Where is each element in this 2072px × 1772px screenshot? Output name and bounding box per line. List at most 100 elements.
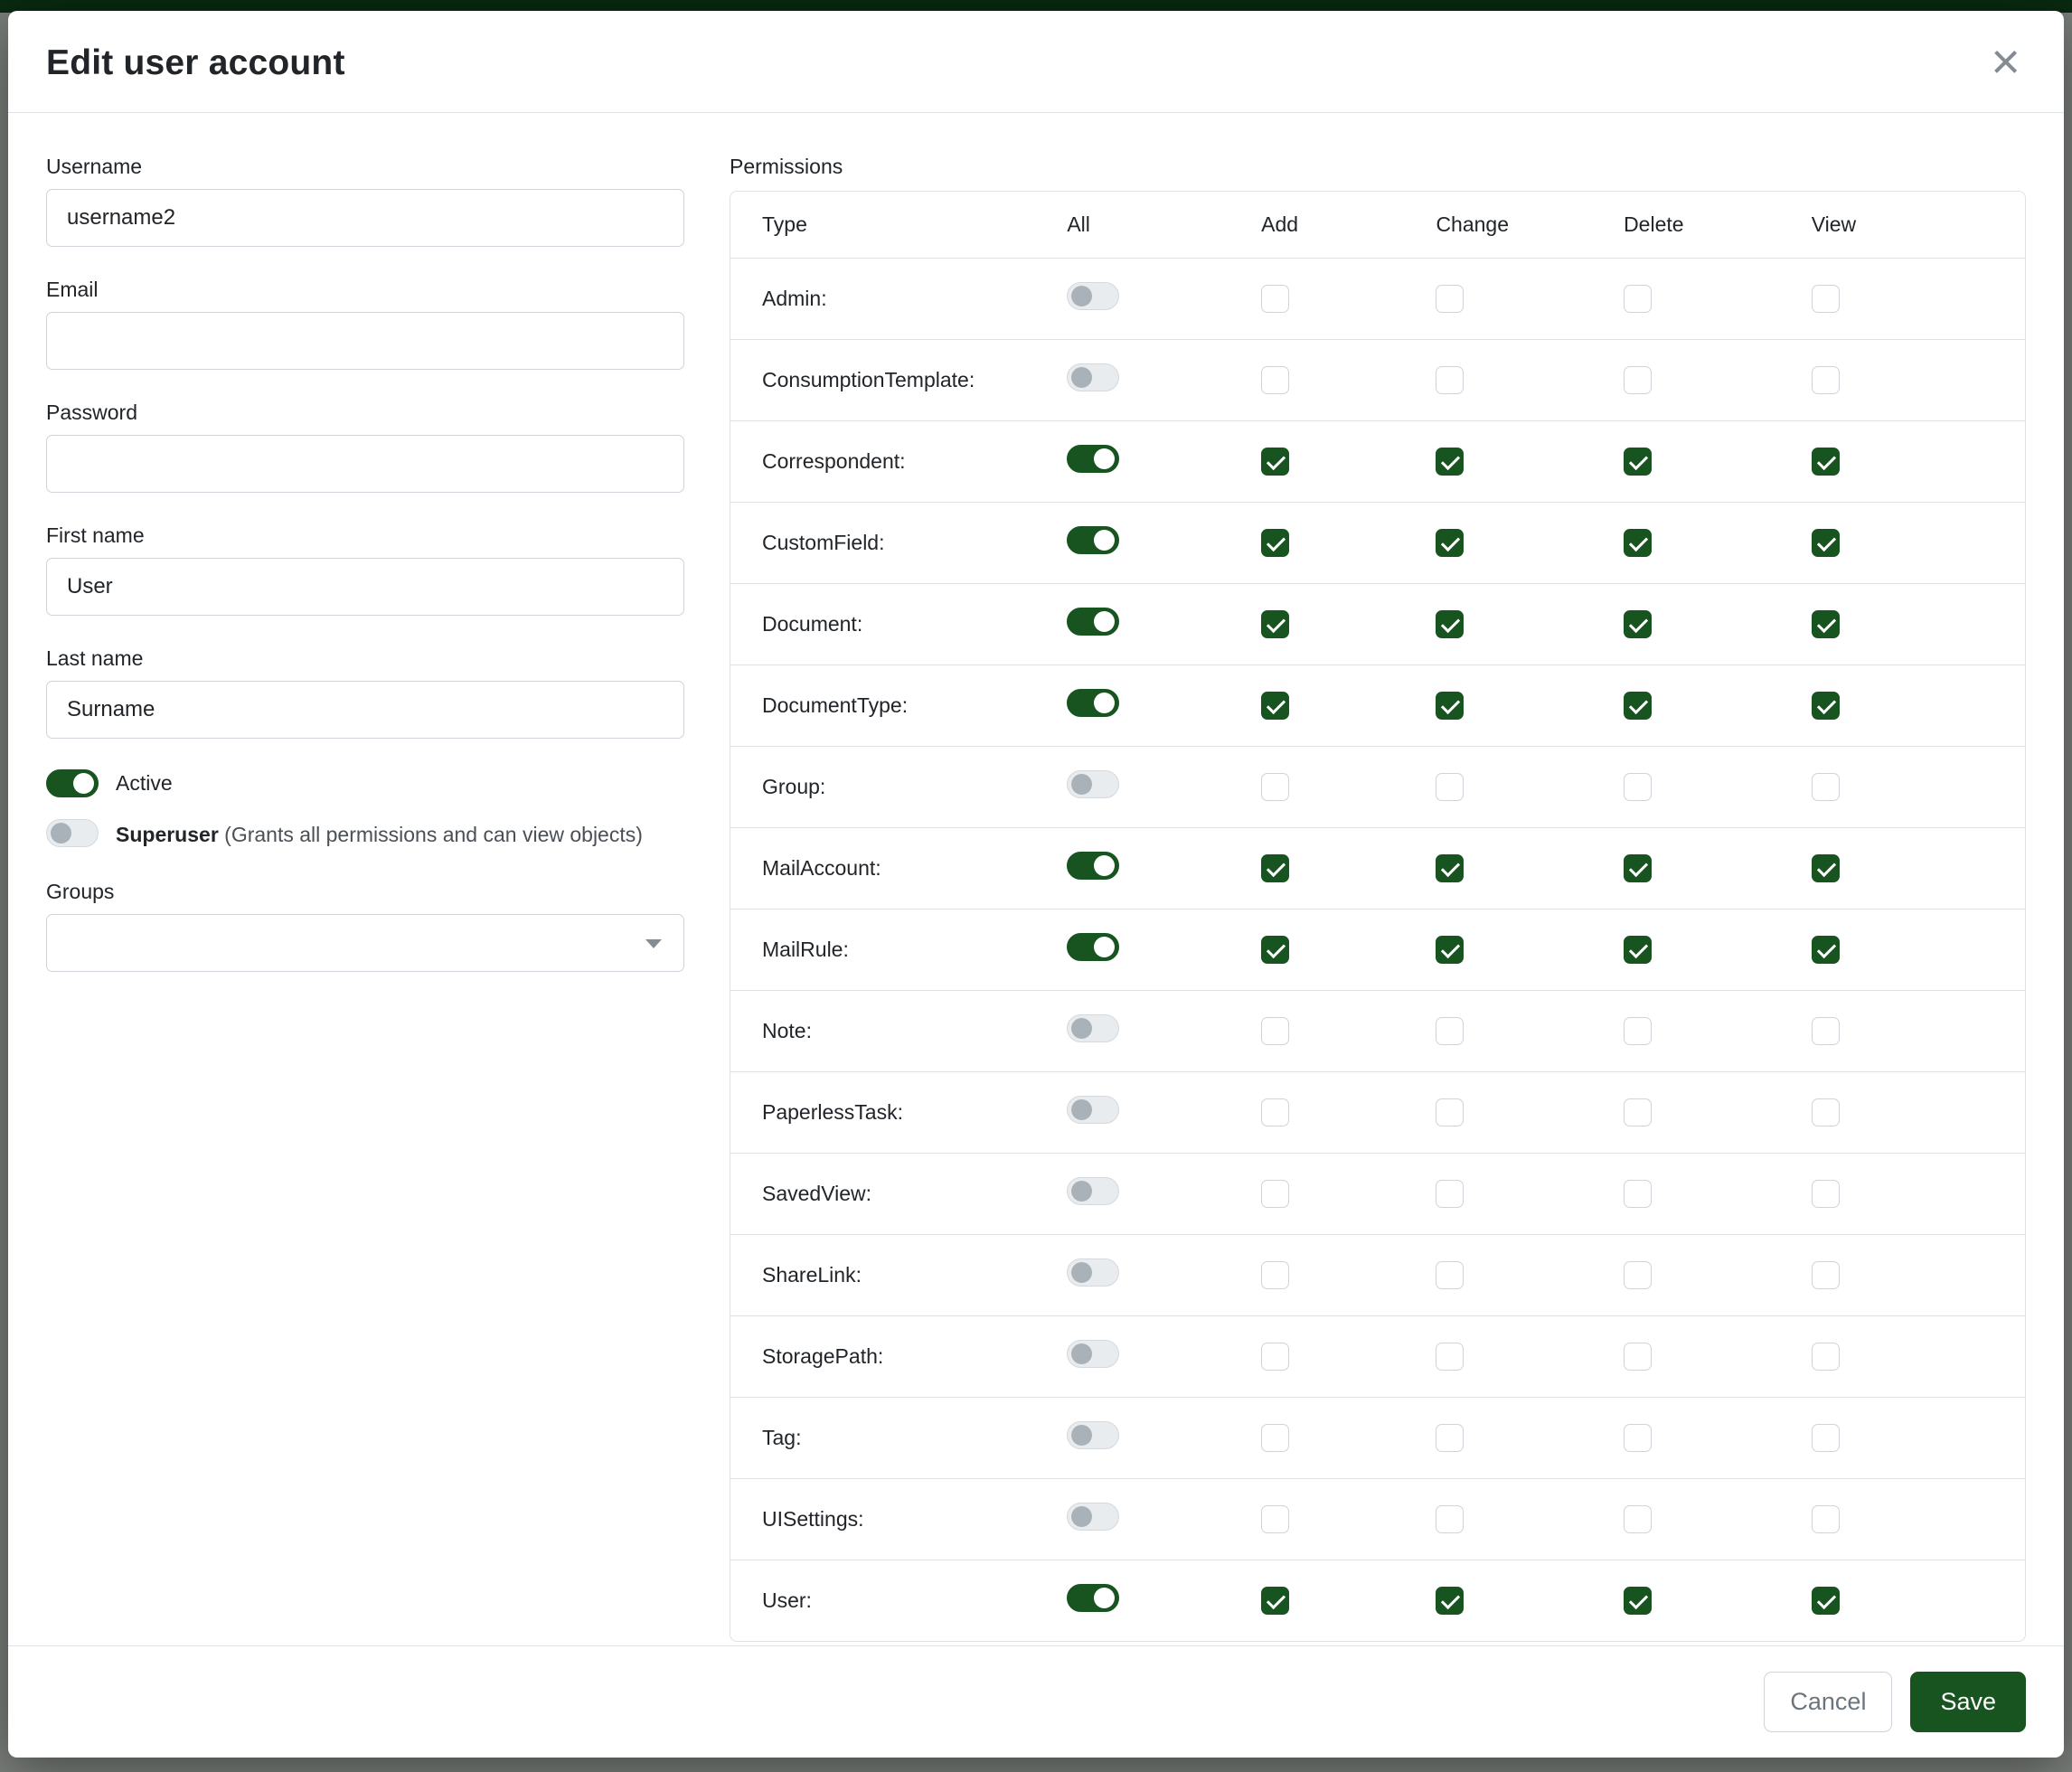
permission-change-checkbox-customfield[interactable] [1436, 529, 1464, 557]
permission-change-checkbox-note[interactable] [1436, 1017, 1464, 1045]
permission-all-toggle-savedview[interactable] [1067, 1177, 1119, 1205]
permission-delete-checkbox-uisettings[interactable] [1624, 1505, 1652, 1533]
permission-add-checkbox-document[interactable] [1261, 610, 1289, 638]
permission-add-checkbox-storagepath[interactable] [1261, 1343, 1289, 1371]
permission-delete-checkbox-paperlesstask[interactable] [1624, 1098, 1652, 1126]
permission-change-checkbox-mailrule[interactable] [1436, 936, 1464, 964]
permission-add-checkbox-savedview[interactable] [1261, 1180, 1289, 1208]
permission-add-checkbox-documenttype[interactable] [1261, 692, 1289, 720]
permission-add-checkbox-note[interactable] [1261, 1017, 1289, 1045]
permission-add-checkbox-mailaccount[interactable] [1261, 854, 1289, 882]
permission-view-checkbox-consumptiontemplate[interactable] [1812, 366, 1840, 394]
permission-view-checkbox-customfield[interactable] [1812, 529, 1840, 557]
permission-all-toggle-correspondent[interactable] [1067, 445, 1119, 473]
permission-view-checkbox-admin[interactable] [1812, 285, 1840, 313]
permission-all-toggle-note[interactable] [1067, 1014, 1119, 1042]
permission-change-checkbox-consumptiontemplate[interactable] [1436, 366, 1464, 394]
permission-delete-checkbox-document[interactable] [1624, 610, 1652, 638]
permission-all-toggle-admin[interactable] [1067, 282, 1119, 310]
permission-all-toggle-documenttype[interactable] [1067, 689, 1119, 717]
permission-change-checkbox-uisettings[interactable] [1436, 1505, 1464, 1533]
superuser-toggle[interactable] [46, 819, 99, 847]
permission-view-checkbox-tag[interactable] [1812, 1424, 1840, 1452]
permission-view-checkbox-uisettings[interactable] [1812, 1505, 1840, 1533]
permission-delete-checkbox-documenttype[interactable] [1624, 692, 1652, 720]
toggle-knob [1094, 693, 1115, 713]
permission-add-checkbox-group[interactable] [1261, 773, 1289, 801]
permission-view-checkbox-sharelink[interactable] [1812, 1261, 1840, 1289]
permission-view-checkbox-note[interactable] [1812, 1017, 1840, 1045]
permission-type-label: ConsumptionTemplate: [730, 340, 1067, 421]
permission-all-toggle-uisettings[interactable] [1067, 1503, 1119, 1531]
permission-delete-checkbox-tag[interactable] [1624, 1424, 1652, 1452]
permission-view-checkbox-savedview[interactable] [1812, 1180, 1840, 1208]
close-icon[interactable]: × [1985, 43, 2026, 80]
permission-delete-checkbox-note[interactable] [1624, 1017, 1652, 1045]
permission-add-checkbox-customfield[interactable] [1261, 529, 1289, 557]
permission-change-checkbox-savedview[interactable] [1436, 1180, 1464, 1208]
last-name-input[interactable] [46, 681, 684, 739]
permission-view-checkbox-documenttype[interactable] [1812, 692, 1840, 720]
permission-view-checkbox-correspondent[interactable] [1812, 448, 1840, 476]
first-name-input[interactable] [46, 558, 684, 616]
permission-change-checkbox-sharelink[interactable] [1436, 1261, 1464, 1289]
permission-view-checkbox-mailrule[interactable] [1812, 936, 1840, 964]
permission-change-checkbox-group[interactable] [1436, 773, 1464, 801]
permission-add-checkbox-sharelink[interactable] [1261, 1261, 1289, 1289]
permission-all-toggle-document[interactable] [1067, 608, 1119, 636]
permission-all-toggle-group[interactable] [1067, 770, 1119, 798]
permission-add-checkbox-paperlesstask[interactable] [1261, 1098, 1289, 1126]
permission-delete-checkbox-mailrule[interactable] [1624, 936, 1652, 964]
permission-view-checkbox-user[interactable] [1812, 1587, 1840, 1615]
permission-change-checkbox-user[interactable] [1436, 1587, 1464, 1615]
permission-delete-checkbox-admin[interactable] [1624, 285, 1652, 313]
permission-all-toggle-tag[interactable] [1067, 1421, 1119, 1449]
permission-all-toggle-storagepath[interactable] [1067, 1340, 1119, 1368]
permission-delete-checkbox-correspondent[interactable] [1624, 448, 1652, 476]
permission-add-checkbox-correspondent[interactable] [1261, 448, 1289, 476]
permission-add-checkbox-admin[interactable] [1261, 285, 1289, 313]
permission-delete-checkbox-consumptiontemplate[interactable] [1624, 366, 1652, 394]
last-name-label: Last name [46, 646, 684, 671]
active-toggle[interactable] [46, 769, 99, 797]
permission-delete-checkbox-customfield[interactable] [1624, 529, 1652, 557]
permission-all-toggle-mailrule[interactable] [1067, 933, 1119, 961]
permission-change-checkbox-admin[interactable] [1436, 285, 1464, 313]
permission-change-checkbox-correspondent[interactable] [1436, 448, 1464, 476]
permission-view-checkbox-document[interactable] [1812, 610, 1840, 638]
permission-change-checkbox-documenttype[interactable] [1436, 692, 1464, 720]
username-input[interactable] [46, 189, 684, 247]
permission-view-checkbox-mailaccount[interactable] [1812, 854, 1840, 882]
permission-delete-checkbox-sharelink[interactable] [1624, 1261, 1652, 1289]
permission-add-checkbox-user[interactable] [1261, 1587, 1289, 1615]
groups-select[interactable] [46, 914, 684, 972]
permission-delete-checkbox-storagepath[interactable] [1624, 1343, 1652, 1371]
permission-delete-checkbox-group[interactable] [1624, 773, 1652, 801]
permission-add-checkbox-mailrule[interactable] [1261, 936, 1289, 964]
permission-change-checkbox-document[interactable] [1436, 610, 1464, 638]
permission-all-toggle-mailaccount[interactable] [1067, 852, 1119, 880]
permission-add-checkbox-tag[interactable] [1261, 1424, 1289, 1452]
permission-change-checkbox-mailaccount[interactable] [1436, 854, 1464, 882]
permission-change-checkbox-tag[interactable] [1436, 1424, 1464, 1452]
cancel-button[interactable]: Cancel [1764, 1672, 1892, 1732]
permission-delete-checkbox-mailaccount[interactable] [1624, 854, 1652, 882]
permission-all-toggle-consumptiontemplate[interactable] [1067, 363, 1119, 391]
password-field[interactable] [46, 435, 684, 493]
permission-view-checkbox-paperlesstask[interactable] [1812, 1098, 1840, 1126]
permission-delete-checkbox-user[interactable] [1624, 1587, 1652, 1615]
permission-all-toggle-sharelink[interactable] [1067, 1258, 1119, 1287]
permission-all-toggle-paperlesstask[interactable] [1067, 1096, 1119, 1124]
permission-view-checkbox-storagepath[interactable] [1812, 1343, 1840, 1371]
save-button[interactable]: Save [1910, 1672, 2026, 1732]
permission-change-checkbox-paperlesstask[interactable] [1436, 1098, 1464, 1126]
permission-delete-checkbox-savedview[interactable] [1624, 1180, 1652, 1208]
permission-change-checkbox-storagepath[interactable] [1436, 1343, 1464, 1371]
permission-all-toggle-user[interactable] [1067, 1584, 1119, 1612]
permission-add-checkbox-consumptiontemplate[interactable] [1261, 366, 1289, 394]
email-field[interactable] [46, 312, 684, 370]
last-name-field-group: Last name [46, 646, 684, 739]
permission-add-checkbox-uisettings[interactable] [1261, 1505, 1289, 1533]
permission-all-toggle-customfield[interactable] [1067, 526, 1119, 554]
permission-view-checkbox-group[interactable] [1812, 773, 1840, 801]
